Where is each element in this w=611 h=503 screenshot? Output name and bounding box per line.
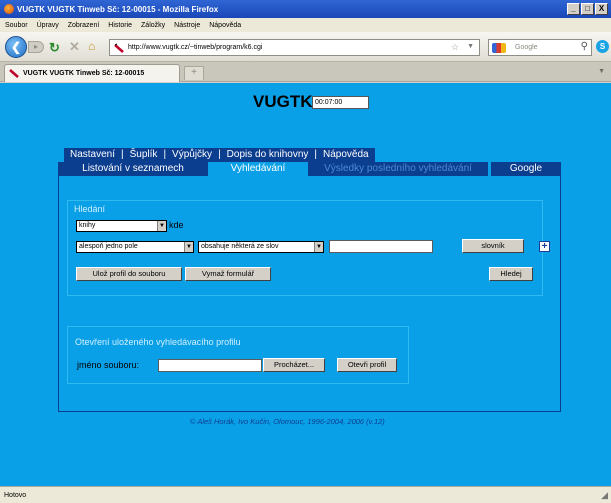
home-button[interactable]: ⌂	[88, 39, 95, 53]
search-submit-button[interactable]: Hledej	[489, 267, 533, 281]
window-title: VUGTK VUGTK Tinweb Sč: 12-00015 - Mozill…	[17, 4, 219, 14]
back-button[interactable]: ❮	[5, 36, 27, 58]
url-bar[interactable]: http://www.vugtk.cz/~tinweb/program/k6.c…	[109, 39, 480, 56]
menu-drawer[interactable]: Šuplík	[124, 148, 164, 162]
search-placeholder: Google	[515, 44, 538, 51]
skype-icon[interactable]: S	[596, 40, 609, 53]
search-bar[interactable]: Google ⚲	[488, 39, 592, 56]
session-timer: 00:07:00	[312, 96, 369, 109]
profile-legend: Otevření uloženého vyhledávacího profilu	[75, 337, 241, 347]
tab-strip: VUGTK VUGTK Tinweb Sč: 12-00015 + ▼	[0, 62, 611, 82]
menu-bar: Soubor Úpravy Zobrazení Historie Záložky…	[0, 18, 611, 32]
tab-google[interactable]: Google	[491, 162, 561, 176]
menu-tools[interactable]: Nástroje	[174, 22, 200, 29]
url-dropdown-icon[interactable]: ▼	[467, 43, 474, 50]
menu-settings[interactable]: Nastavení	[64, 148, 121, 162]
tab-list-icon[interactable]: ▼	[598, 68, 605, 75]
clear-form-button[interactable]: Vymaž formulář	[185, 267, 271, 281]
search-icon[interactable]: ⚲	[581, 41, 588, 52]
file-name-input[interactable]	[158, 359, 262, 372]
window-title-bar: VUGTK VUGTK Tinweb Sč: 12-00015 - Mozill…	[0, 0, 611, 18]
menu-history[interactable]: Historie	[108, 22, 132, 29]
add-row-button[interactable]: +	[539, 241, 550, 252]
tab-menu: Listování v seznamech Vyhledávání Výsled…	[58, 162, 561, 176]
menu-help[interactable]: Nápověda	[209, 22, 241, 29]
scope-select[interactable]: knihy ▼	[76, 220, 167, 232]
tab-last-results: Výsledky posledního vyhledávání	[308, 162, 488, 176]
status-bar: Hotovo ◢	[0, 486, 611, 503]
tab-title: VUGTK VUGTK Tinweb Sč: 12-00015	[23, 70, 145, 77]
google-engine-icon[interactable]	[492, 43, 506, 53]
open-profile-button[interactable]: Otevři profil	[337, 358, 397, 372]
bookmark-star-icon[interactable]: ☆	[451, 42, 459, 53]
navigation-toolbar: ❮ ▸ ↻ ✕ ⌂ http://www.vugtk.cz/~tinweb/pr…	[0, 32, 611, 62]
page-title: VUGTK	[253, 92, 313, 111]
window-controls: _ □ X	[567, 3, 608, 15]
page-content: VUGTK 00:07:00 Nastavení | Šuplík | Výpů…	[0, 83, 611, 486]
close-button[interactable]: X	[595, 3, 608, 15]
menu-letter[interactable]: Dopis do knihovny	[221, 148, 315, 162]
home-icon: ⌂	[88, 39, 96, 53]
status-text: Hotovo	[4, 491, 27, 499]
firefox-icon	[4, 4, 14, 14]
resize-grip-icon[interactable]: ◢	[601, 490, 608, 501]
reload-icon: ↻	[49, 40, 60, 55]
forward-button[interactable]: ▸	[28, 41, 44, 53]
stop-icon: ✕	[69, 39, 80, 54]
new-tab-button[interactable]: +	[184, 66, 204, 80]
dictionary-button[interactable]: slovník	[462, 239, 524, 253]
tab-browse-lists[interactable]: Listování v seznamech	[58, 162, 208, 176]
operator-select[interactable]: obsahuje některá ze slov ▼	[198, 241, 324, 253]
dropdown-arrow-icon: ▼	[184, 242, 193, 252]
tab-search[interactable]: Vyhledávání	[214, 162, 302, 176]
scope-suffix: kde	[169, 220, 184, 230]
maximize-button[interactable]: □	[581, 3, 594, 15]
field-select[interactable]: alespoň jedno pole ▼	[76, 241, 194, 253]
scope-select-value: knihy	[79, 222, 96, 229]
url-text: http://www.vugtk.cz/~tinweb/program/k6.c…	[128, 44, 263, 51]
menu-file[interactable]: Soubor	[5, 22, 28, 29]
dropdown-arrow-icon: ▼	[157, 221, 166, 231]
forward-arrow-icon: ▸	[33, 42, 38, 51]
browse-button[interactable]: Procházet...	[263, 358, 325, 372]
dropdown-arrow-icon: ▼	[314, 242, 323, 252]
minimize-button[interactable]: _	[567, 3, 580, 15]
tab-favicon-icon	[9, 69, 19, 78]
top-menu: Nastavení | Šuplík | Výpůjčky | Dopis do…	[64, 148, 375, 162]
menu-bookmarks[interactable]: Záložky	[141, 22, 165, 29]
search-legend: Hledání	[74, 204, 106, 214]
menu-loans[interactable]: Výpůjčky	[166, 148, 218, 162]
field-select-value: alespoň jedno pole	[79, 243, 138, 250]
search-fieldset: Hledání knihy ▼ kde alespoň jedno pole ▼…	[67, 200, 550, 296]
operator-select-value: obsahuje některá ze slov	[201, 243, 279, 250]
menu-edit[interactable]: Úpravy	[37, 22, 59, 29]
save-profile-button[interactable]: Ulož profil do souboru	[76, 267, 182, 281]
menu-help-page[interactable]: Nápověda	[317, 148, 375, 162]
search-panel: Hledání knihy ▼ kde alespoň jedno pole ▼…	[58, 176, 561, 412]
copyright-footer: © Aleš Horák, Ivo Kučin, Olomouc, 1996-2…	[190, 417, 385, 426]
menu-view[interactable]: Zobrazení	[68, 22, 100, 29]
site-favicon-icon	[114, 43, 124, 53]
back-arrow-icon: ❮	[10, 40, 22, 54]
browser-tab[interactable]: VUGTK VUGTK Tinweb Sč: 12-00015	[4, 64, 180, 82]
query-input[interactable]	[329, 240, 433, 253]
reload-button[interactable]: ↻	[49, 40, 60, 56]
stop-button[interactable]: ✕	[69, 39, 80, 55]
file-name-label: jméno souboru:	[77, 360, 140, 370]
profile-fieldset: Otevření uloženého vyhledávacího profilu…	[67, 326, 409, 384]
